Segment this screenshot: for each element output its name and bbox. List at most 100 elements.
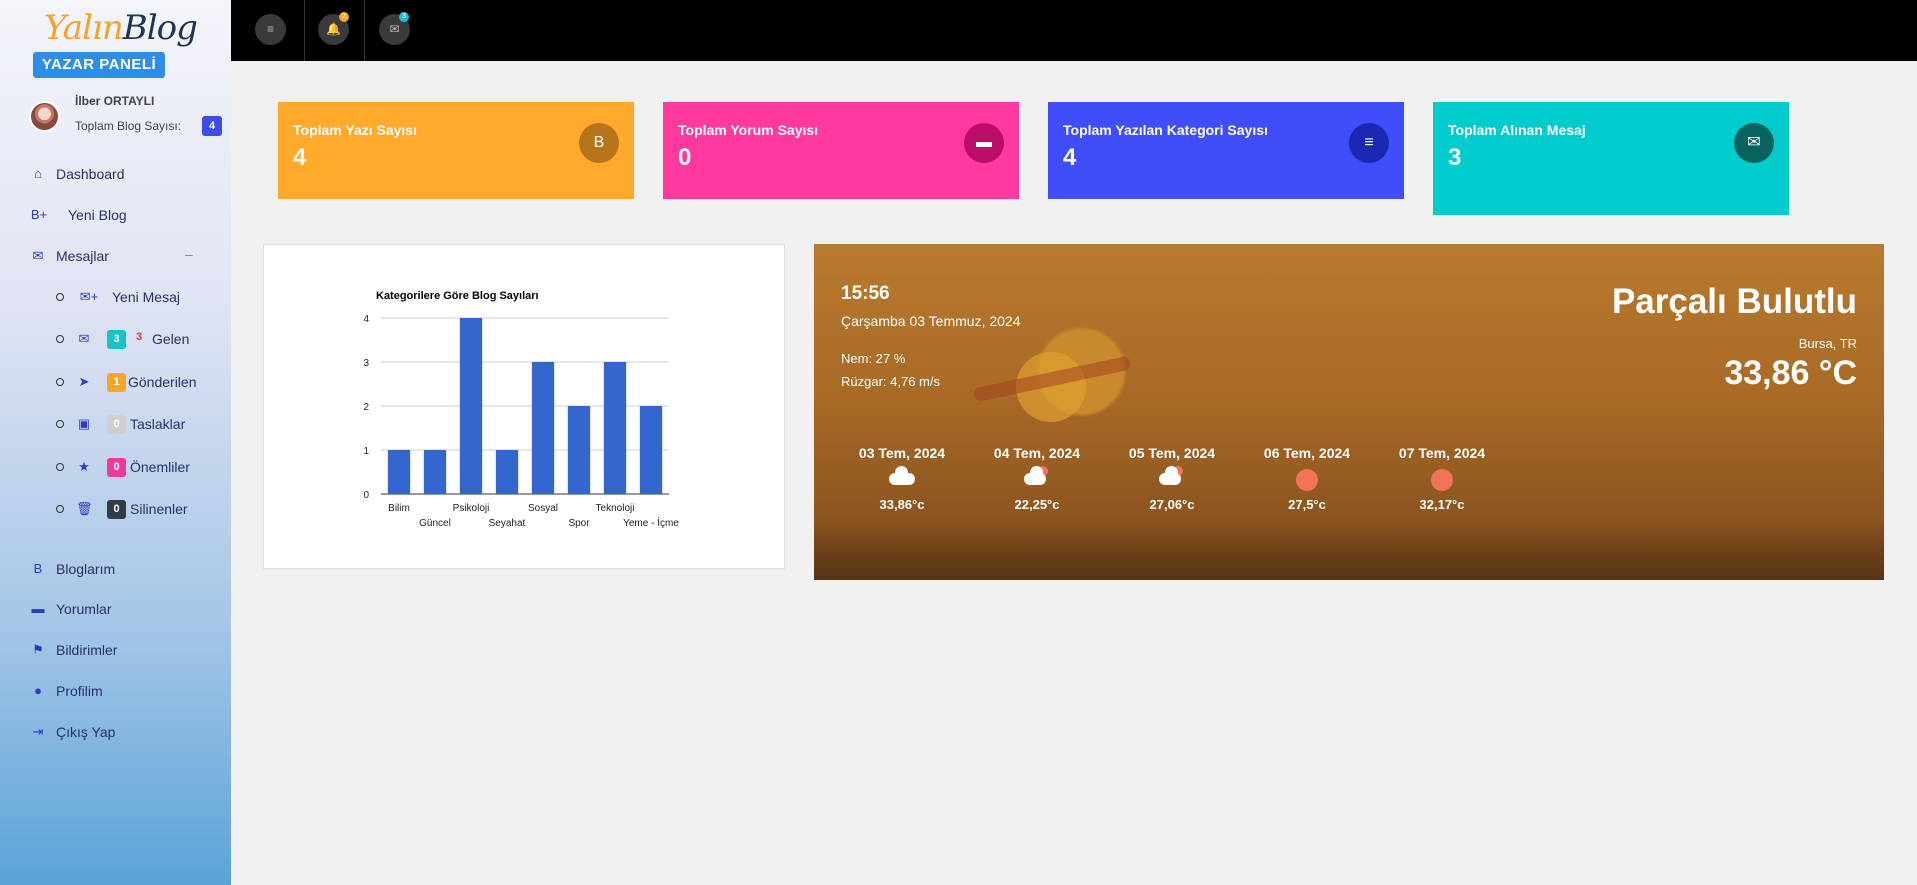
y-tick-label: 0 <box>363 490 369 501</box>
bullet-icon <box>56 335 64 343</box>
weather-location: Bursa, TR <box>1798 336 1857 351</box>
blog-count-badge: 4 <box>202 116 222 136</box>
blogger-icon: B <box>33 561 43 576</box>
blogger-plus-icon: B+ <box>30 207 48 222</box>
collapse-icon[interactable]: – <box>185 246 193 262</box>
mail-plus-icon: ✉+ <box>79 289 99 304</box>
sidebar-item-trash[interactable]: 🗑 0 Silinenler <box>0 499 231 519</box>
category-chart-card: Kategorilere Göre Blog Sayıları 0 1 2 3 4 Bili… <box>263 244 785 569</box>
sidebar-item-new-message[interactable]: ✉+ Yeni Mesaj <box>0 287 231 307</box>
weather-widget: 15:56 Çarşamba 03 Temmuz, 2024 Nem: 27 %… <box>814 244 1884 580</box>
sidebar: YalınBlog YAZAR PANELİ İlber ORTAYLI Top… <box>0 0 231 885</box>
divider <box>364 0 365 61</box>
comment-icon: ▬ <box>964 123 1004 163</box>
card-value: 3 <box>1448 144 1462 171</box>
weather-humidity: Nem: 27 % <box>841 351 906 366</box>
stat-card-comments[interactable]: Toplam Yorum Sayısı 0 ▬ <box>663 102 1019 199</box>
sidebar-item-notifications[interactable]: ⚑ Bildirimler <box>0 640 231 660</box>
comment-icon: ▬ <box>31 601 45 616</box>
menu-toggle-button[interactable]: ≡ <box>255 14 286 45</box>
x-tick-label: Sosyal <box>528 503 558 514</box>
partly-cloudy-icon <box>1117 461 1227 497</box>
sidebar-item-label: Yeni Blog <box>68 207 127 223</box>
sidebar-item-profile[interactable]: ● Profilim <box>0 681 231 701</box>
sidebar-item-comments[interactable]: ▬ Yorumlar <box>0 599 231 619</box>
sun-icon <box>1252 461 1362 497</box>
sidebar-item-dashboard[interactable]: ⌂ Dashboard <box>0 164 231 184</box>
sidebar-item-label: Silinenler <box>130 501 188 517</box>
bar <box>459 318 483 494</box>
forecast-date: 07 Tem, 2024 <box>1398 445 1486 461</box>
forecast-day: 03 Tem, 2024 33,86°c <box>847 445 957 512</box>
hamburger-icon: ≡ <box>266 22 274 36</box>
bullet-icon <box>56 463 64 471</box>
bullet-icon <box>56 505 64 513</box>
blog-count-label: Toplam Blog Sayısı: <box>75 119 182 133</box>
forecast-day: 07 Tem, 2024 32,17°c <box>1387 445 1497 512</box>
sidebar-item-label: Çıkış Yap <box>56 724 116 740</box>
bar <box>531 362 555 494</box>
logout-icon: ⇥ <box>32 724 44 739</box>
card-value: 4 <box>1063 144 1077 171</box>
envelope-icon: ✉ <box>1734 123 1774 163</box>
sidebar-item-label: Mesajlar <box>56 248 109 264</box>
blogger-icon: B <box>579 123 619 163</box>
weather-condition: Parçalı Bulutlu <box>1611 282 1857 321</box>
sidebar-item-label: Yeni Mesaj <box>112 289 180 305</box>
x-tick-label: Psikoloji <box>453 503 490 514</box>
stat-card-posts[interactable]: Toplam Yazı Sayısı 4 B <box>278 102 634 199</box>
sidebar-item-important[interactable]: ★ 0 Önemliler <box>0 457 231 477</box>
divider <box>304 0 305 61</box>
forecast-date: 06 Tem, 2024 <box>1263 445 1351 461</box>
stat-card-messages[interactable]: Toplam Alınan Mesaj 3 ✉ <box>1433 102 1789 215</box>
y-tick-label: 4 <box>363 314 369 325</box>
x-tick-label: Bilim <box>388 503 410 514</box>
sidebar-item-drafts[interactable]: ▣ 0 Taslaklar <box>0 414 231 434</box>
card-value: 4 <box>293 144 307 171</box>
envelope-icon: ✉ <box>389 22 400 36</box>
forecast-day: 05 Tem, 2024 27,06°c <box>1117 445 1227 512</box>
user-name: İlber ORTAYLI <box>75 94 155 108</box>
x-tick-label: Spor <box>568 518 590 529</box>
inbox-unread-count: 3 <box>136 331 143 343</box>
logo[interactable]: YalınBlog <box>44 8 198 48</box>
forecast-temp: 32,17°c <box>1419 497 1465 512</box>
flag-icon: ⚑ <box>32 642 44 657</box>
forecast-temp: 27,5°c <box>1288 497 1326 512</box>
sidebar-item-messages[interactable]: ✉ Mesajlar – <box>0 246 231 266</box>
sidebar-item-my-blogs[interactable]: B Bloglarım <box>0 559 231 579</box>
sidebar-item-label: Bloglarım <box>56 561 116 577</box>
forecast-day: 04 Tem, 2024 22,25°c <box>982 445 1092 512</box>
forecast-date: 04 Tem, 2024 <box>993 445 1081 461</box>
avatar[interactable] <box>29 101 60 132</box>
star-icon: ★ <box>78 459 90 474</box>
bullet-icon <box>56 420 64 428</box>
sidebar-item-new-blog[interactable]: B+ Yeni Blog <box>0 205 231 225</box>
panel-badge: YAZAR PANELİ <box>33 52 165 78</box>
y-tick-label: 3 <box>363 358 369 369</box>
notification-count-badge: 2 <box>339 12 349 22</box>
weather-wind: Rüzgar: 4,76 m/s <box>841 374 940 389</box>
sidebar-item-label: Önemliler <box>130 459 190 475</box>
bar <box>423 450 447 494</box>
partly-cloudy-icon <box>982 461 1092 497</box>
message-count-badge: 3 <box>399 12 409 22</box>
inbox-count-badge: 3 <box>107 330 126 349</box>
bar <box>639 406 663 494</box>
bar <box>387 450 411 494</box>
stat-card-categories[interactable]: Toplam Yazılan Kategori Sayısı 4 ≡ <box>1048 102 1404 199</box>
trash-count-badge: 0 <box>107 500 126 519</box>
sidebar-item-label: Gelen <box>152 331 190 347</box>
trash-icon: 🗑 <box>76 501 93 516</box>
y-tick-label: 1 <box>363 446 369 457</box>
sidebar-item-sent[interactable]: ➤ 1 Gönderilen <box>0 372 231 392</box>
weather-temperature: 33,86 °C <box>1724 354 1857 392</box>
bell-icon: 🔔 <box>326 22 341 36</box>
sidebar-item-logout[interactable]: ⇥ Çıkış Yap <box>0 722 231 742</box>
bar <box>603 362 627 494</box>
sidebar-item-inbox[interactable]: ✉ 3 3 Gelen <box>0 329 231 349</box>
bullet-icon <box>56 293 64 301</box>
list-icon: ≡ <box>1349 123 1389 163</box>
sidebar-item-label: Taslaklar <box>130 416 186 432</box>
save-icon: ▣ <box>77 416 91 431</box>
